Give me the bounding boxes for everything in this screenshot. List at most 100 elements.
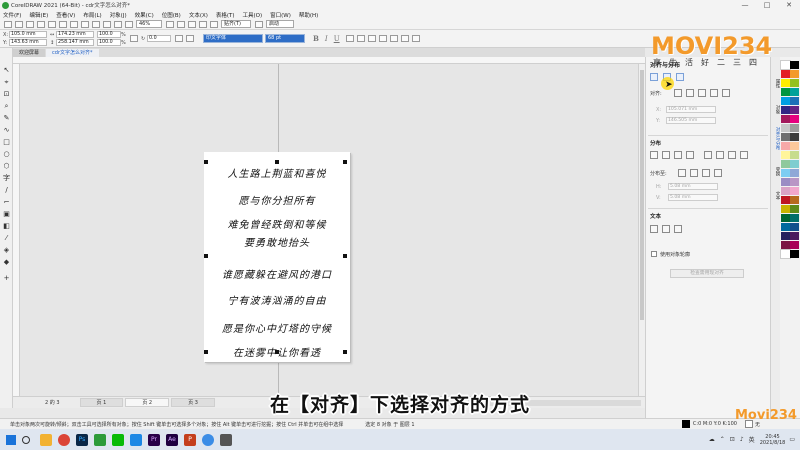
y-position-field[interactable]: 143.63 mm [9, 39, 47, 46]
vertical-scrollbar[interactable] [638, 64, 645, 396]
distribute-left-icon[interactable] [650, 151, 658, 159]
text-line-6[interactable]: 宁有波涛汹涌的自由 [204, 292, 350, 307]
powerpoint-icon[interactable]: P [184, 433, 196, 446]
palette-swatch[interactable] [781, 187, 790, 195]
menu-tools[interactable]: 工具(O) [243, 11, 263, 19]
text-properties-icon[interactable] [378, 35, 387, 42]
palette-swatch[interactable] [781, 169, 790, 177]
distribute-selection-icon[interactable] [678, 169, 686, 177]
artistic-media-icon[interactable]: ∿ [2, 126, 11, 135]
vertical-text-icon[interactable] [411, 35, 420, 42]
menu-edit[interactable]: 编辑(E) [29, 11, 48, 19]
pick-tool-icon[interactable]: ↖ [2, 66, 11, 75]
palette-swatch[interactable] [781, 106, 790, 114]
settings-gear-icon[interactable] [255, 20, 263, 28]
docker-tab-properties[interactable]: 属性 [772, 79, 780, 88]
menu-layout[interactable]: 布局(L) [83, 11, 101, 19]
distribute-page-icon[interactable] [690, 169, 698, 177]
volume-icon[interactable]: ♪ [740, 436, 744, 443]
palette-swatch[interactable] [780, 60, 791, 70]
open-icon[interactable] [15, 20, 23, 28]
align-grid-icon[interactable] [710, 89, 718, 97]
docker-tab-objects[interactable]: 对象 [772, 105, 780, 114]
palette-swatch[interactable] [781, 196, 790, 204]
menu-window[interactable]: 窗口(W) [270, 11, 291, 19]
maximize-button[interactable]: □ [756, 1, 778, 9]
distribute-path-icon[interactable] [702, 169, 710, 177]
launch-select[interactable]: 启动 [266, 20, 294, 28]
docker-tab-transform[interactable]: 变换 [772, 167, 780, 176]
snap-to-select[interactable]: 贴齐(T) [221, 20, 251, 28]
save-icon[interactable] [26, 20, 34, 28]
tray-chevron-icon[interactable]: ⌃ [720, 436, 725, 443]
align-page-center-icon[interactable] [698, 89, 706, 97]
text-align-icon[interactable] [345, 35, 354, 42]
connector-tool-icon[interactable]: ⌐ [2, 198, 11, 207]
italic-button[interactable]: I [325, 35, 328, 43]
browser-icon[interactable] [202, 433, 214, 446]
add-tool-icon[interactable]: + [2, 274, 11, 283]
palette-swatch[interactable] [790, 178, 799, 186]
rectangle-tool-icon[interactable]: □ [2, 138, 11, 147]
publish-pdf-icon[interactable] [125, 20, 133, 28]
palette-swatch[interactable] [790, 124, 799, 132]
align-active-objects-icon[interactable] [674, 89, 682, 97]
network-icon[interactable]: ⊡ [730, 436, 735, 443]
menu-view[interactable]: 查看(V) [56, 11, 75, 19]
underline-button[interactable]: U [334, 35, 340, 43]
tab-welcome-screen[interactable]: 欢迎屏幕 [13, 49, 46, 57]
distribute-v-field[interactable]: 5.08 mm [668, 194, 718, 201]
menu-table[interactable]: 表格(T) [216, 11, 235, 19]
mirror-vertical-icon[interactable] [186, 35, 194, 42]
full-screen-icon[interactable] [166, 20, 174, 28]
align-y-field[interactable]: 146.505 mm [666, 117, 716, 124]
shadow-tool-icon[interactable]: ▣ [2, 210, 11, 219]
paste-icon[interactable] [70, 20, 78, 28]
options-icon[interactable] [210, 20, 218, 28]
notification-icon[interactable]: ▭ [789, 436, 795, 443]
scale-y-field[interactable]: 100.0 [97, 39, 121, 46]
distribute-vspacing-icon[interactable] [728, 151, 736, 159]
distribute-bottom-icon[interactable] [740, 151, 748, 159]
vertical-scroll-thumb[interactable] [640, 70, 644, 320]
cut-icon[interactable] [48, 20, 56, 28]
palette-swatch[interactable] [790, 223, 799, 231]
bold-button[interactable]: B [313, 34, 319, 43]
angle-field[interactable]: 0.0 [147, 35, 171, 42]
eyedropper-tool-icon[interactable]: ⁄ [2, 234, 11, 243]
transparency-tool-icon[interactable]: ◧ [2, 222, 11, 231]
palette-swatch[interactable] [790, 79, 799, 87]
smart-fill-icon[interactable]: ◆ [2, 258, 11, 267]
text-tool-icon[interactable]: 字 [2, 174, 11, 183]
text-line-1[interactable]: 人生路上荆蓝和喜悦 [204, 165, 350, 180]
crop-tool-icon[interactable]: ⊡ [2, 90, 11, 99]
tab-document[interactable]: cdr文字怎么对齐* [46, 49, 99, 57]
text-bounding-box-icon[interactable] [674, 225, 682, 233]
new-document-icon[interactable] [4, 20, 12, 28]
bullet-list-icon[interactable] [356, 35, 365, 42]
fill-color-swatch[interactable] [681, 420, 690, 428]
width-field[interactable]: 174.23 mm [56, 31, 94, 38]
text-last-baseline-icon[interactable] [662, 225, 670, 233]
text-line-4[interactable]: 要勇敢地抬头 [204, 234, 350, 249]
scale-x-field[interactable]: 100.0 [97, 31, 121, 38]
distribute-right-icon[interactable] [686, 151, 694, 159]
drawing-canvas[interactable]: 人生路上荆蓝和喜悦 愿与你分担所有 难免曾经跌倒和等候 要勇敢地抬头 谁愿藏躲在… [20, 64, 638, 396]
font-family-select[interactable]: 印文字体 [203, 34, 263, 43]
palette-swatch[interactable] [781, 70, 790, 78]
distribute-middle-icon[interactable] [716, 151, 724, 159]
interactive-fill-icon[interactable]: ◈ [2, 246, 11, 255]
file-explorer-icon[interactable] [40, 433, 52, 446]
text-first-baseline-icon[interactable] [650, 225, 658, 233]
font-size-select[interactable]: 68 pt [265, 34, 305, 43]
palette-swatch[interactable] [790, 232, 799, 240]
horizontal-text-icon[interactable] [400, 35, 409, 42]
palette-swatch[interactable] [790, 196, 799, 204]
palette-swatch[interactable] [790, 250, 799, 258]
palette-swatch[interactable] [790, 142, 799, 150]
palette-swatch[interactable] [781, 205, 790, 213]
weather-cloud-icon[interactable]: ☁ [709, 436, 715, 443]
palette-swatch[interactable] [790, 169, 799, 177]
palette-swatch[interactable] [781, 88, 790, 96]
wechat-icon[interactable] [112, 433, 124, 446]
